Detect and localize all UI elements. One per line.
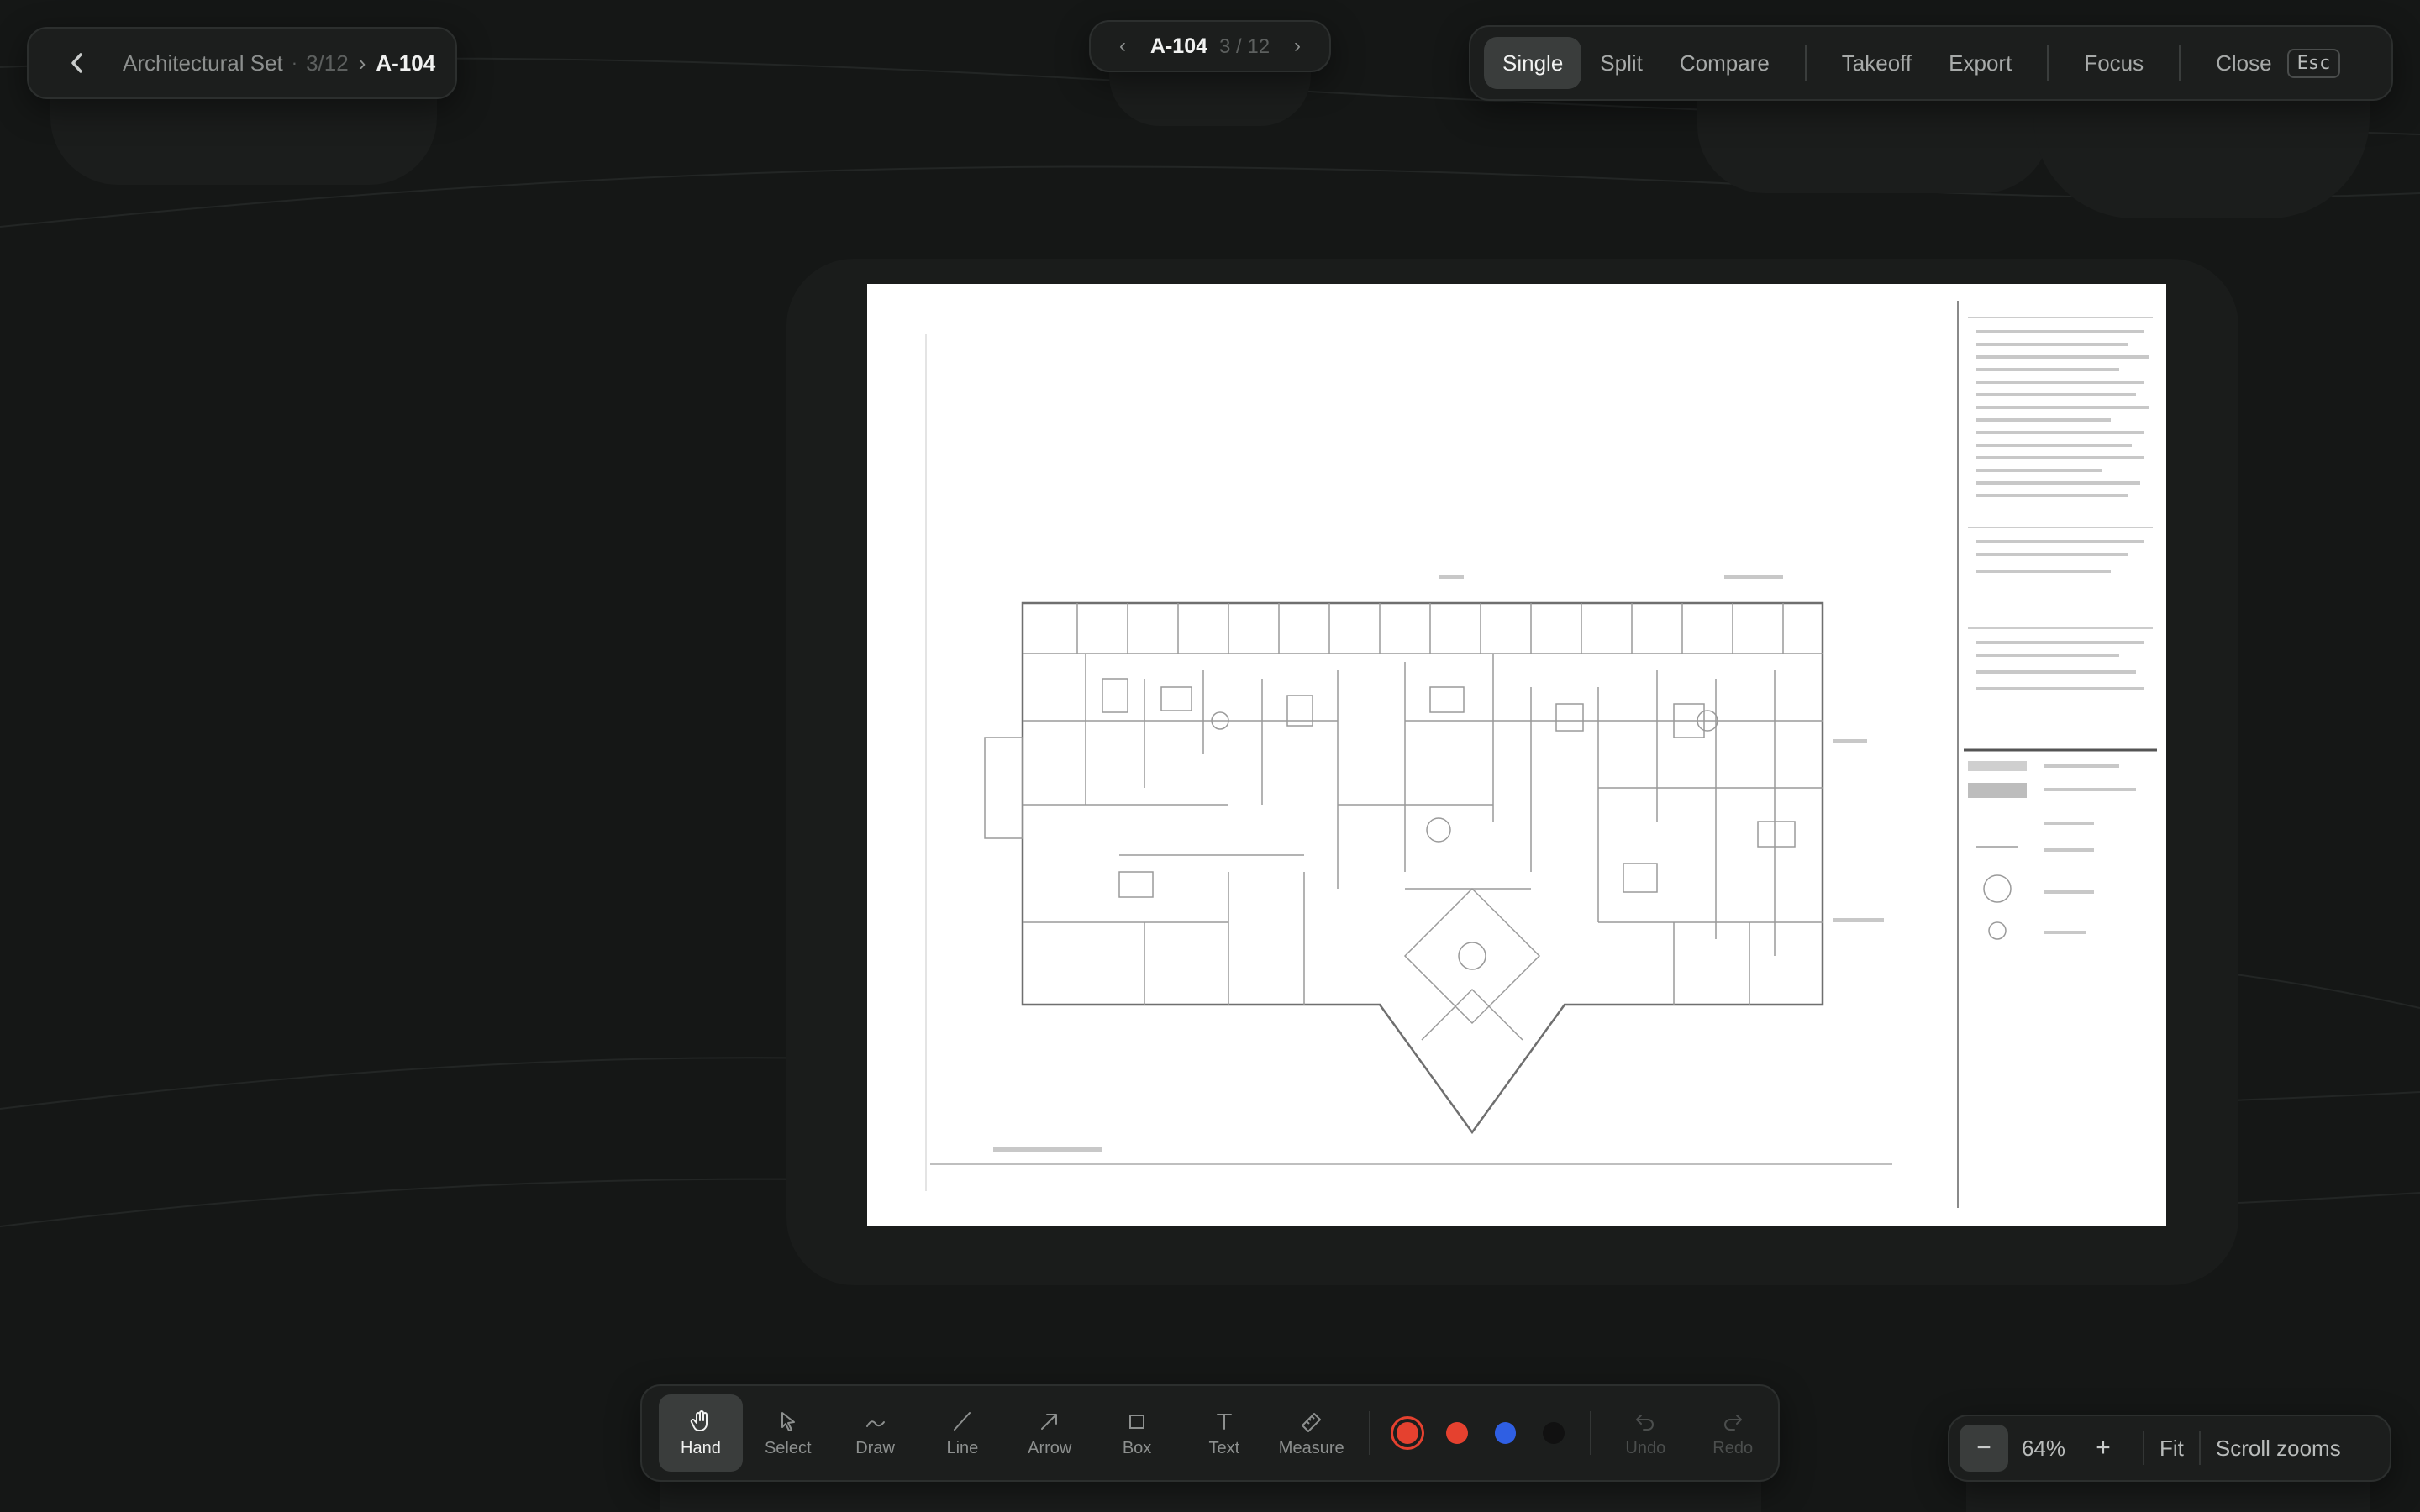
sheet-count: 3 / 12 [1219, 34, 1270, 58]
tool-box-button[interactable]: Box [1095, 1394, 1179, 1472]
undo-icon [1636, 1414, 1655, 1431]
fit-button[interactable]: Fit [2160, 1436, 2184, 1462]
undo-button[interactable]: Undo [1603, 1394, 1687, 1472]
tool-label: Line [946, 1438, 979, 1457]
color-swatch-red[interactable] [1445, 1422, 1468, 1444]
tool-label: Select [764, 1438, 812, 1457]
export-button[interactable]: Export [1930, 37, 2030, 89]
breadcrumb-current-sheet: A-104 [376, 50, 436, 76]
annotation-toolbar: Hand Select Draw Line Arrow Box Text Mea… [640, 1384, 1780, 1482]
floor-plan-drawing [925, 301, 2157, 1208]
back-button[interactable] [60, 46, 94, 80]
tool-label: Measure [1278, 1438, 1344, 1457]
divider [2198, 1431, 2201, 1465]
zoom-level: 64% [2021, 1435, 2066, 1461]
sheet-navigator: ‹ A-104 3 / 12 › [1089, 20, 1331, 72]
divider [2047, 45, 2049, 81]
tool-label: Arrow [1028, 1438, 1072, 1457]
tool-label: Draw [855, 1438, 895, 1457]
color-swatch-black[interactable] [1543, 1422, 1565, 1444]
divider [1368, 1411, 1370, 1455]
color-swatch-blue[interactable] [1494, 1422, 1517, 1444]
drawing-sheet[interactable] [867, 284, 2166, 1226]
chevron-left-icon [71, 53, 82, 73]
prev-sheet-button[interactable]: ‹ [1113, 34, 1133, 58]
arrow-icon [1041, 1413, 1058, 1430]
breadcrumb-shadow [50, 84, 437, 185]
tool-label: Box [1122, 1438, 1152, 1457]
takeoff-button[interactable]: Takeoff [1823, 37, 1930, 89]
color-swatch-selected[interactable] [1390, 1416, 1424, 1450]
mode-bar: Single Split Compare Takeoff Export Focu… [1469, 25, 2393, 101]
zoom-controls: − 64% + Fit Scroll zooms [1948, 1415, 2391, 1482]
text-icon [1216, 1413, 1232, 1430]
cursor-icon [781, 1411, 795, 1431]
breadcrumb: Architectural Set · 3/12 › A-104 [27, 27, 457, 99]
zoom-in-button[interactable]: + [2079, 1425, 2128, 1472]
breadcrumb-set-name[interactable]: Architectural Set [123, 50, 283, 76]
color-swatch-dot [1396, 1422, 1418, 1444]
hand-icon [690, 1410, 708, 1431]
mode-split-button[interactable]: Split [1581, 37, 1661, 89]
line-icon [954, 1411, 971, 1431]
zoom-out-button[interactable]: − [1960, 1425, 2008, 1472]
breadcrumb-chevron: › [358, 50, 366, 76]
mode-single-button[interactable]: Single [1484, 37, 1582, 89]
divider [2179, 45, 2181, 81]
esc-key-hint: Esc [2286, 48, 2341, 78]
redo-icon [1724, 1414, 1743, 1431]
viewer-stage: Architectural Set · 3/12 › A-104 ‹ A-104… [0, 0, 2420, 1512]
divider [1590, 1411, 1592, 1455]
tool-select-button[interactable]: Select [746, 1394, 830, 1472]
sheet-indicator: A-104 3 / 12 [1150, 34, 1270, 59]
redo-button[interactable]: Redo [1691, 1394, 1775, 1472]
current-sheet-label: A-104 [1150, 34, 1208, 58]
scroll-zoom-hint: Scroll zooms [2215, 1435, 2341, 1461]
modes-shadow [1697, 92, 2050, 193]
next-sheet-button[interactable]: › [1287, 34, 1307, 58]
pen-stroke-icon [865, 1420, 885, 1427]
tool-hand-button[interactable]: Hand [659, 1394, 743, 1472]
breadcrumb-separator: · [291, 52, 298, 73]
divider [1804, 45, 1807, 81]
box-icon [1129, 1414, 1145, 1429]
tool-label: Text [1208, 1438, 1240, 1457]
tool-draw-button[interactable]: Draw [834, 1394, 918, 1472]
tool-label: Hand [681, 1438, 721, 1457]
close-label: Close [2216, 50, 2272, 76]
focus-button[interactable]: Focus [2065, 37, 2162, 89]
tool-line-button[interactable]: Line [920, 1394, 1004, 1472]
ruler-icon [1301, 1412, 1321, 1432]
undo-label: Undo [1625, 1438, 1666, 1457]
redo-label: Redo [1712, 1438, 1754, 1457]
tool-measure-button[interactable]: Measure [1270, 1394, 1354, 1472]
tool-text-button[interactable]: Text [1182, 1394, 1266, 1472]
close-button[interactable]: Close Esc [2197, 37, 2359, 89]
divider [2143, 1431, 2144, 1465]
modes-shadow-2 [2033, 92, 2370, 218]
tool-arrow-button[interactable]: Arrow [1007, 1394, 1092, 1472]
breadcrumb-position: 3/12 [306, 50, 349, 76]
mode-compare-button[interactable]: Compare [1661, 37, 1788, 89]
